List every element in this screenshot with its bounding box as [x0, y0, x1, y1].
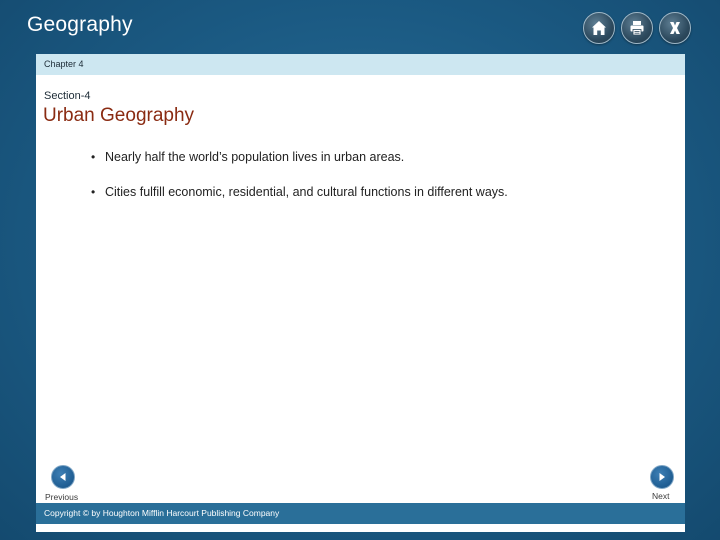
list-item: Nearly half the world’s population lives…	[91, 150, 508, 168]
print-button[interactable]	[621, 12, 653, 44]
chapter-bar: Chapter 4	[36, 54, 685, 75]
close-button[interactable]	[659, 12, 691, 44]
footer-bar: Copyright © by Houghton Mifflin Harcourt…	[36, 503, 685, 524]
previous-label[interactable]: Previous	[45, 492, 78, 502]
copyright-text: Copyright © by Houghton Mifflin Harcourt…	[44, 508, 280, 518]
close-icon	[670, 22, 680, 34]
page-title: Urban Geography	[43, 105, 195, 126]
next-label[interactable]: Next	[652, 491, 669, 501]
arrow-right-icon	[659, 473, 665, 481]
previous-button[interactable]	[51, 465, 75, 489]
bullet-list: Nearly half the world’s population lives…	[91, 150, 508, 220]
arrow-left-icon	[60, 473, 66, 481]
list-item: Cities fulfill economic, residential, an…	[91, 185, 508, 203]
slide-panel: Chapter 4 Section-4 Urban Geography Near…	[36, 54, 685, 532]
top-toolbar	[583, 12, 691, 44]
home-icon	[592, 21, 606, 35]
next-button[interactable]	[650, 465, 674, 489]
print-icon	[630, 21, 644, 36]
chapter-label: Chapter 4	[44, 59, 84, 69]
app-title: Geography	[27, 13, 133, 36]
section-label: Section-4	[44, 90, 91, 102]
home-button[interactable]	[583, 12, 615, 44]
